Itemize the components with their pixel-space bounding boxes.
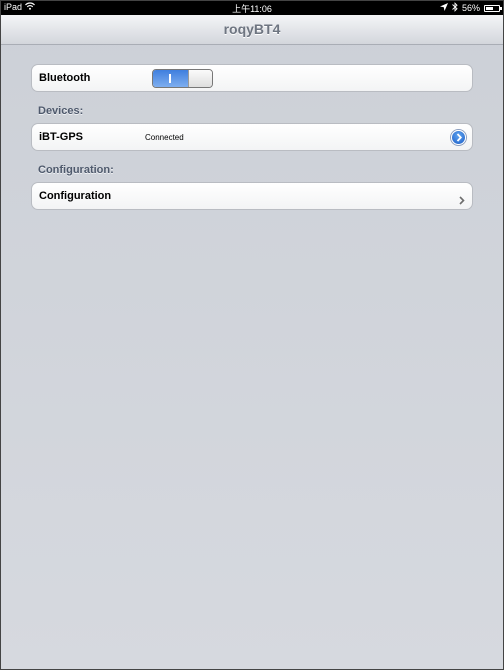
configuration-header: Configuration: [38,164,114,176]
status-bar: iPad 上午11:06 56% [1,1,503,15]
app-window: iPad 上午11:06 56% roqyBT4 Bluetooth Devic… [0,0,504,670]
bluetooth-toggle[interactable] [152,69,213,88]
device-row-ibt-gps[interactable]: iBT-GPS Connected [31,123,473,151]
configuration-row[interactable]: Configuration [31,182,473,210]
navigation-bar: roqyBT4 [1,15,503,45]
status-time: 上午11:06 [232,4,272,14]
devices-header: Devices: [38,105,84,117]
battery-icon [484,4,502,12]
configuration-label: Configuration [39,190,112,202]
bluetooth-cell: Bluetooth [31,64,473,92]
battery-percent: 56% [461,3,480,13]
toggle-on-indicator [169,74,171,83]
chevron-right-icon [459,192,465,210]
bluetooth-label: Bluetooth [39,72,91,84]
toggle-knob [188,70,212,87]
device-status: Connected [145,133,184,142]
bluetooth-icon [452,2,458,14]
nav-title: roqyBT4 [223,21,281,37]
location-arrow-icon [439,3,448,13]
device-name: iBT-GPS [39,131,84,143]
detail-disclosure-icon[interactable] [451,130,466,145]
